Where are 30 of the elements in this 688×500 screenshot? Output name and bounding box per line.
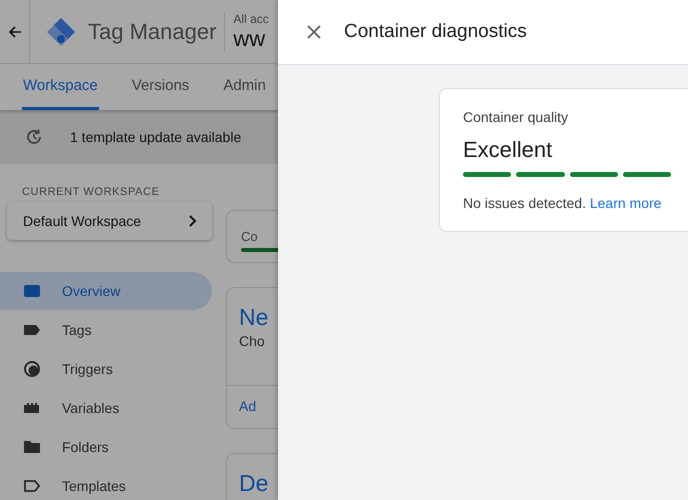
sidebar-item[interactable]: Variables [0,389,212,427]
back-arrow-icon [8,24,22,38]
workspace-label: CURRENT WORKSPACE [21,186,161,198]
product-name: Tag Manager [88,18,216,44]
diamond-logo-icon [46,16,76,46]
quality-message: No issues detected. Learn more [463,195,662,211]
sidebar-item[interactable]: Templates [0,467,212,500]
card-text: Cho [238,333,266,351]
nav-tab[interactable]: Admin [222,64,267,110]
trigger-icon [22,359,42,379]
panel-title: Container diagnostics [344,21,527,43]
sidebar-item[interactable]: Triggers [0,350,212,388]
nav-tab[interactable]: Versions [130,64,190,110]
workspace-selector[interactable]: Default Workspace [7,202,212,240]
container-name: ww [233,26,266,52]
sidebar-item[interactable]: Tags [0,311,212,349]
chevron-right-icon [188,214,198,228]
account-label: All acc [233,12,269,26]
card-link[interactable]: Ad [239,398,256,414]
update-notice: 1 template update available [70,129,242,145]
sidebar-item[interactable]: Folders [0,428,212,466]
card-title: Co [240,228,259,246]
learn-more-link[interactable]: Learn more [590,195,662,211]
close-icon [306,24,322,40]
history-icon [24,127,44,147]
sidebar-item[interactable]: Overview [0,272,212,310]
card-title: De [238,469,270,498]
quality-label: Container quality [463,109,570,125]
card-title: Ne [238,303,270,332]
quality-rating: Excellent [463,137,554,163]
